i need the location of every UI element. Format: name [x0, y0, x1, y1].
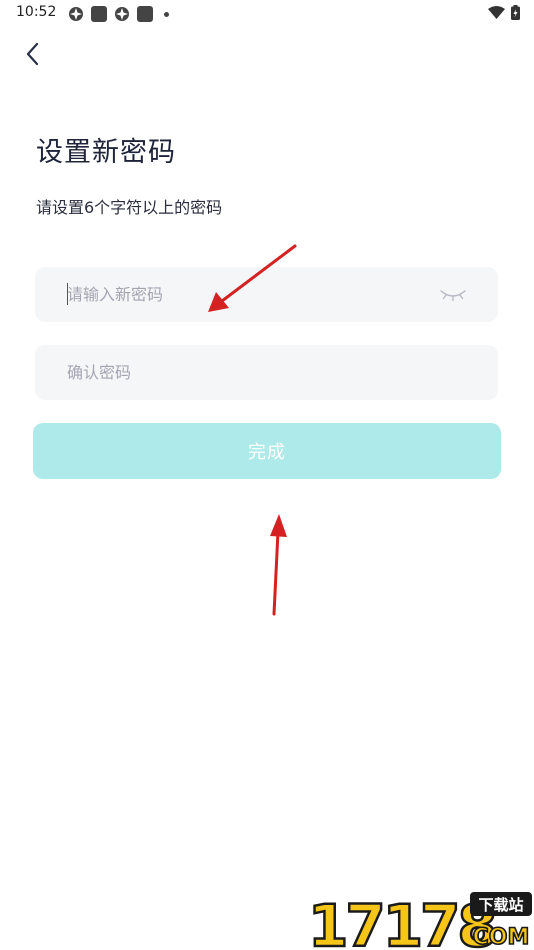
watermark-tag: 下载站 [478, 896, 523, 914]
app-notification-icon [137, 6, 153, 22]
back-button[interactable] [18, 38, 50, 70]
notification-icons [68, 6, 169, 22]
watermark-domain: COM [473, 925, 530, 950]
text-cursor [67, 283, 68, 305]
site-watermark-logo: 17178 下载站 COM [308, 891, 532, 950]
app-notification-icon [69, 7, 83, 21]
system-icons [488, 5, 520, 20]
page-title: 设置新密码 [36, 137, 176, 168]
new-password-field[interactable] [35, 267, 498, 322]
password-visibility-toggle[interactable] [438, 285, 468, 303]
confirm-password-input[interactable] [67, 345, 427, 400]
page-subtitle: 请设置6个字符以上的密码 [36, 198, 223, 217]
confirm-password-field[interactable] [35, 345, 498, 400]
more-notifications-icon [164, 11, 169, 17]
status-bar: 10:52 [0, 0, 534, 28]
watermark-number: 17178 [308, 892, 495, 950]
app-notification-icon [115, 7, 129, 21]
eye-closed-icon [440, 290, 466, 302]
done-button[interactable]: 完成 [33, 423, 501, 479]
app-notification-icon [91, 6, 107, 22]
wifi-icon [488, 5, 505, 19]
chevron-left-icon [26, 42, 39, 66]
arrow-to-done-button [270, 514, 287, 616]
status-time: 10:52 [16, 4, 57, 20]
new-password-input[interactable] [67, 267, 427, 322]
battery-icon [511, 5, 520, 20]
